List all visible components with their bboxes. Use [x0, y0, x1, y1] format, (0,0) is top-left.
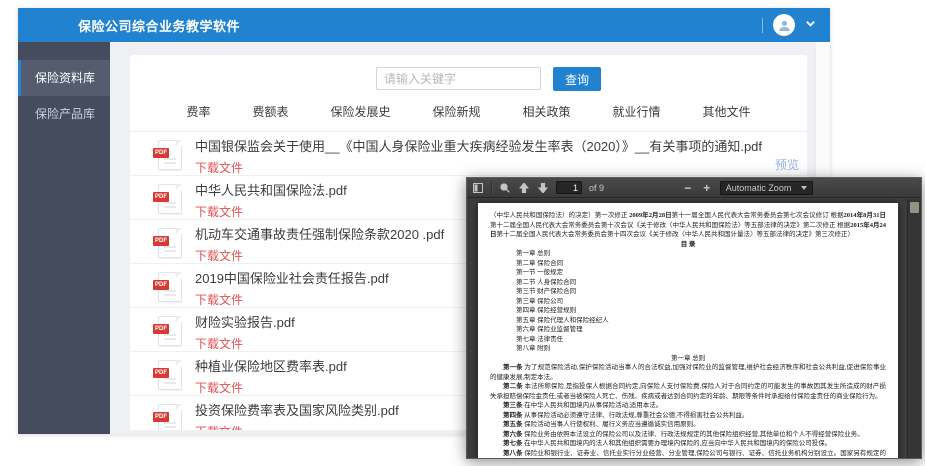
file-row: PDF 中国银保监会关于使用__《中国人身保险业重大疾病经验发生率表（2020）… — [130, 132, 807, 176]
pdf-badge: PDF — [153, 148, 169, 158]
zoom-out-button[interactable]: − — [682, 182, 694, 194]
page-fold — [176, 228, 182, 234]
zoom-level-select[interactable]: Automatic Zoom — [720, 181, 814, 195]
category-tab[interactable]: 相关政策 — [523, 103, 571, 120]
pdf-file-icon: PDF — [158, 272, 182, 302]
page-number-input[interactable] — [556, 181, 582, 194]
pdf-badge: PDF — [153, 412, 169, 422]
pdf-file-icon: PDF — [158, 404, 182, 430]
category-tabs: 费率 费额表 保险发展史 保险新规 相关政策 就业行情 其他文件 — [130, 103, 807, 132]
zoom-level-label: Automatic Zoom — [726, 183, 792, 193]
category-tab[interactable]: 保险发展史 — [330, 103, 390, 120]
pdf-badge: PDF — [153, 236, 169, 246]
category-tab[interactable]: 其他文件 — [703, 103, 751, 120]
pdf-file-icon: PDF — [158, 228, 182, 258]
search-button[interactable]: 查询 — [553, 67, 601, 91]
app-header: 保险公司综合业务教学软件 — [18, 8, 830, 42]
sidebar-toggle-button[interactable] — [472, 182, 484, 194]
pdf-scrollbar[interactable] — [907, 199, 921, 458]
pdf-badge: PDF — [153, 324, 169, 334]
category-tab[interactable]: 费率 — [186, 103, 210, 120]
pdf-file-icon: PDF — [158, 316, 182, 346]
download-link[interactable]: 下载文件 — [195, 335, 243, 352]
category-tab[interactable]: 就业行情 — [613, 103, 661, 120]
file-name: 中国银保监会关于使用__《中国人身保险业重大疾病经验发生率表（2020）》__有… — [195, 139, 762, 154]
zoom-in-button[interactable]: + — [701, 182, 713, 194]
page-fold — [176, 316, 182, 322]
file-name: 投资保险费率表及国家风险类别.pdf — [195, 403, 399, 418]
download-link[interactable]: 下载文件 — [195, 291, 243, 308]
pdf-viewer-window: of 9 − + Automatic Zoom （中华人民共和国保险法）的决定）… — [466, 177, 922, 459]
download-link[interactable]: 下载文件 — [195, 203, 243, 220]
download-link[interactable]: 下载文件 — [195, 423, 243, 430]
person-icon — [777, 18, 792, 33]
file-name: 机动车交通事故责任强制保险条款2020 .pdf — [195, 227, 444, 242]
next-page-button[interactable] — [537, 182, 549, 194]
search-input[interactable] — [376, 67, 541, 90]
user-avatar[interactable] — [773, 14, 795, 36]
app-title: 保险公司综合业务教学软件 — [78, 16, 240, 35]
sidebar: 保险资料库 保险产品库 — [18, 42, 110, 434]
pdf-toolbar: of 9 − + Automatic Zoom — [467, 178, 921, 198]
sidebar-item[interactable]: 保险资料库 — [18, 60, 110, 96]
sidebar-item[interactable]: 保险产品库 — [18, 96, 110, 132]
sidebar-menu: 保险资料库 保险产品库 — [18, 60, 110, 132]
pdf-page: （中华人民共和国保险法）的决定）第一次修正 2009年2月28日第十一届全国人民… — [478, 203, 898, 458]
pdf-file-icon: PDF — [158, 140, 182, 170]
sidebar-item-label: 保险产品库 — [35, 107, 95, 121]
sidebar-item-label: 保险资料库 — [35, 71, 95, 85]
pdf-badge: PDF — [153, 368, 169, 378]
header-divider — [762, 18, 763, 33]
file-name: 2019中国保险业社会责任报告.pdf — [195, 271, 389, 286]
file-name: 种植业保险地区费率表.pdf — [195, 359, 347, 374]
page-fold — [176, 140, 182, 146]
previous-page-button[interactable] — [518, 182, 530, 194]
toolbar-separator — [491, 182, 492, 194]
dropdown-caret-icon — [801, 186, 807, 190]
preview-link[interactable]: 预览 — [775, 156, 799, 173]
download-link[interactable]: 下载文件 — [195, 379, 243, 396]
document-text: （中华人民共和国保险法）的决定）第一次修正 2009年2月28日第十一届全国人民… — [490, 211, 886, 458]
user-menu-chevron[interactable] — [805, 16, 816, 34]
chevron-down-icon — [805, 18, 816, 29]
category-tab[interactable]: 保险新规 — [432, 103, 480, 120]
pdf-badge: PDF — [153, 280, 169, 290]
file-name: 中华人民共和国保险法.pdf — [195, 183, 347, 198]
search-document-button[interactable] — [499, 182, 511, 194]
page-fold — [176, 184, 182, 190]
page-fold — [176, 404, 182, 410]
page-count-label: of 9 — [589, 183, 604, 193]
page-fold — [176, 360, 182, 366]
pdf-badge: PDF — [153, 192, 169, 202]
download-link[interactable]: 下载文件 — [195, 159, 243, 176]
download-link[interactable]: 下载文件 — [195, 247, 243, 264]
page-fold — [176, 272, 182, 278]
pdf-file-icon: PDF — [158, 184, 182, 214]
category-tab[interactable]: 费额表 — [252, 103, 288, 120]
pdf-body: （中华人民共和国保险法）的决定）第一次修正 2009年2月28日第十一届全国人民… — [467, 199, 921, 458]
search-row: 查询 — [170, 67, 807, 91]
pdf-scrollbar-thumb[interactable] — [910, 202, 919, 213]
pdf-file-icon: PDF — [158, 360, 182, 390]
file-name: 财险实验报告.pdf — [195, 315, 295, 330]
